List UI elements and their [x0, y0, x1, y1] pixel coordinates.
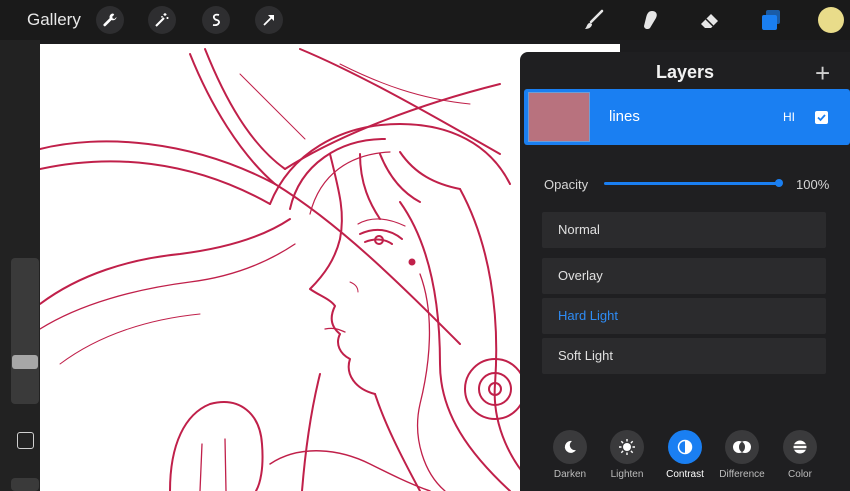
blend-mode-label: Hard Light: [558, 308, 618, 323]
brush-size-thumb[interactable]: [12, 355, 38, 369]
category-label: Color: [788, 469, 812, 480]
brush-size-slider[interactable]: [11, 258, 39, 404]
category-lighten[interactable]: Lighten: [602, 430, 652, 480]
category-label: Difference: [719, 469, 765, 480]
blend-mode-normal[interactable]: Normal: [542, 212, 826, 248]
category-contrast[interactable]: Contrast: [660, 430, 710, 480]
layer-row[interactable]: lines HI: [524, 89, 850, 145]
opacity-slider-knob[interactable]: [775, 179, 783, 187]
layer-thumbnail[interactable]: [528, 92, 590, 142]
gallery-button[interactable]: Gallery: [27, 10, 81, 30]
eraser-icon[interactable]: [694, 4, 726, 36]
wrench-icon[interactable]: [96, 6, 124, 34]
magic-wand-icon[interactable]: [148, 6, 176, 34]
category-label: Contrast: [666, 469, 704, 480]
layers-panel-title: Layers: [655, 62, 715, 82]
opacity-slider[interactable]: [604, 182, 778, 185]
blend-mode-hard-light[interactable]: Hard Light: [542, 298, 826, 334]
opacity-label: Opacity: [544, 177, 589, 192]
color-stripes-icon: [783, 430, 817, 464]
brush-opacity-slider[interactable]: [11, 478, 39, 491]
transform-arrow-icon[interactable]: [255, 6, 283, 34]
layer-visibility-checkbox[interactable]: [815, 111, 828, 124]
category-color[interactable]: Color: [775, 430, 825, 480]
smudge-icon[interactable]: [634, 4, 666, 36]
contrast-icon: [668, 430, 702, 464]
category-difference[interactable]: Difference: [717, 430, 767, 480]
layers-panel: Layers + lines HI Opacity 100% Normal Ov…: [520, 52, 850, 491]
layers-icon[interactable]: [755, 4, 787, 36]
blend-mode-button[interactable]: HI: [783, 110, 795, 124]
sun-icon: [610, 430, 644, 464]
blend-mode-soft-light[interactable]: Soft Light: [542, 338, 826, 374]
category-label: Darken: [553, 469, 587, 480]
brush-icon[interactable]: [578, 4, 610, 36]
blend-mode-overlay[interactable]: Overlay: [542, 258, 826, 294]
difference-icon: [725, 430, 759, 464]
color-picker-swatch[interactable]: [818, 7, 844, 33]
selection-icon[interactable]: [202, 6, 230, 34]
top-toolbar: Gallery: [0, 0, 850, 40]
checkmark-icon: [817, 114, 826, 122]
layer-name: lines: [609, 108, 640, 125]
plus-icon[interactable]: +: [815, 58, 830, 89]
modify-button[interactable]: [17, 432, 34, 449]
opacity-value: 100%: [796, 177, 830, 192]
moon-icon: [553, 430, 587, 464]
category-darken[interactable]: Darken: [545, 430, 595, 480]
blend-mode-label: Soft Light: [558, 348, 613, 363]
category-label: Lighten: [610, 469, 644, 480]
blend-mode-label: Normal: [558, 222, 600, 237]
blend-mode-label: Overlay: [558, 268, 603, 283]
